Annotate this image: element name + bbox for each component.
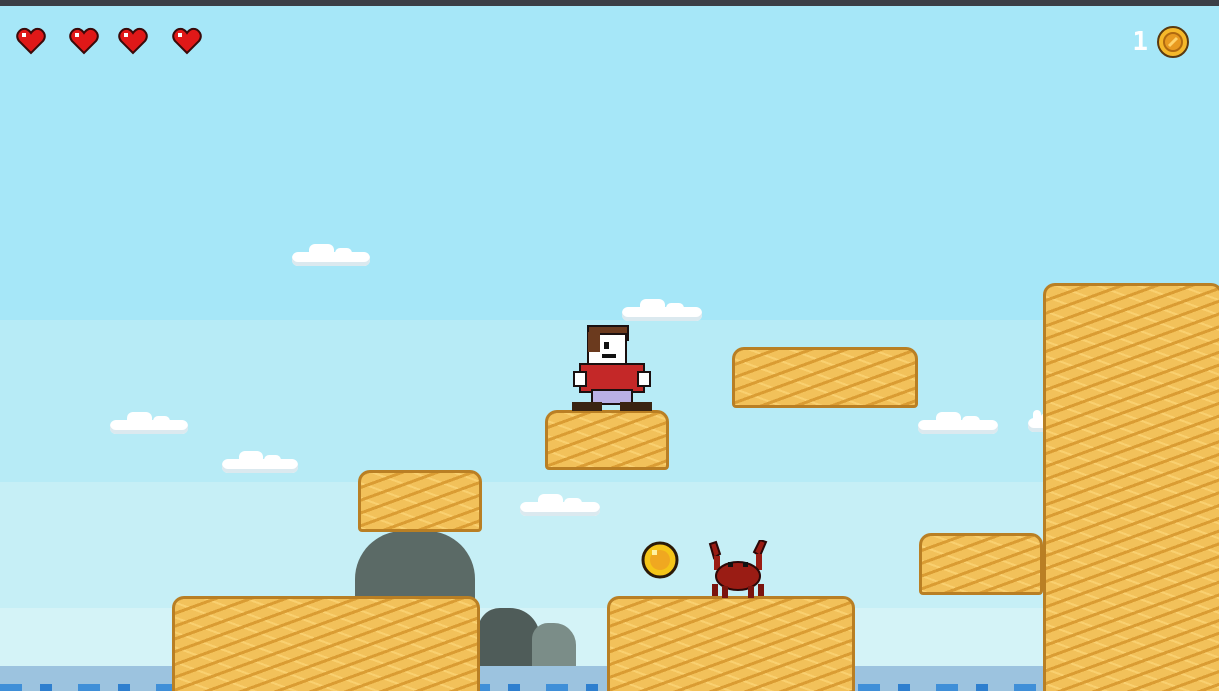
sand-platform <box>732 347 918 408</box>
sand-platform <box>358 470 482 532</box>
heart-icon <box>16 27 46 55</box>
cloud <box>110 412 188 434</box>
crab-enemy <box>708 540 768 598</box>
cloud <box>918 412 998 434</box>
sand-platform <box>172 596 480 691</box>
coin-icon <box>1157 26 1189 58</box>
background-rock <box>532 623 576 671</box>
coin-counter: 1 <box>1132 27 1148 57</box>
coin-pickup <box>641 541 679 579</box>
sand-platform <box>919 533 1043 595</box>
sand-cliff <box>1043 283 1219 691</box>
heart-icon <box>69 27 99 55</box>
cloud <box>520 494 600 516</box>
sand-platform <box>545 410 669 470</box>
sand-platform <box>607 596 855 691</box>
game-viewport[interactable]: 1 <box>0 0 1219 691</box>
cloud <box>292 244 370 266</box>
background-rock <box>478 608 540 672</box>
cloud <box>222 451 298 473</box>
heart-icon <box>172 27 202 55</box>
heart-icon <box>118 27 148 55</box>
player-character <box>572 325 652 411</box>
cloud <box>622 299 702 321</box>
